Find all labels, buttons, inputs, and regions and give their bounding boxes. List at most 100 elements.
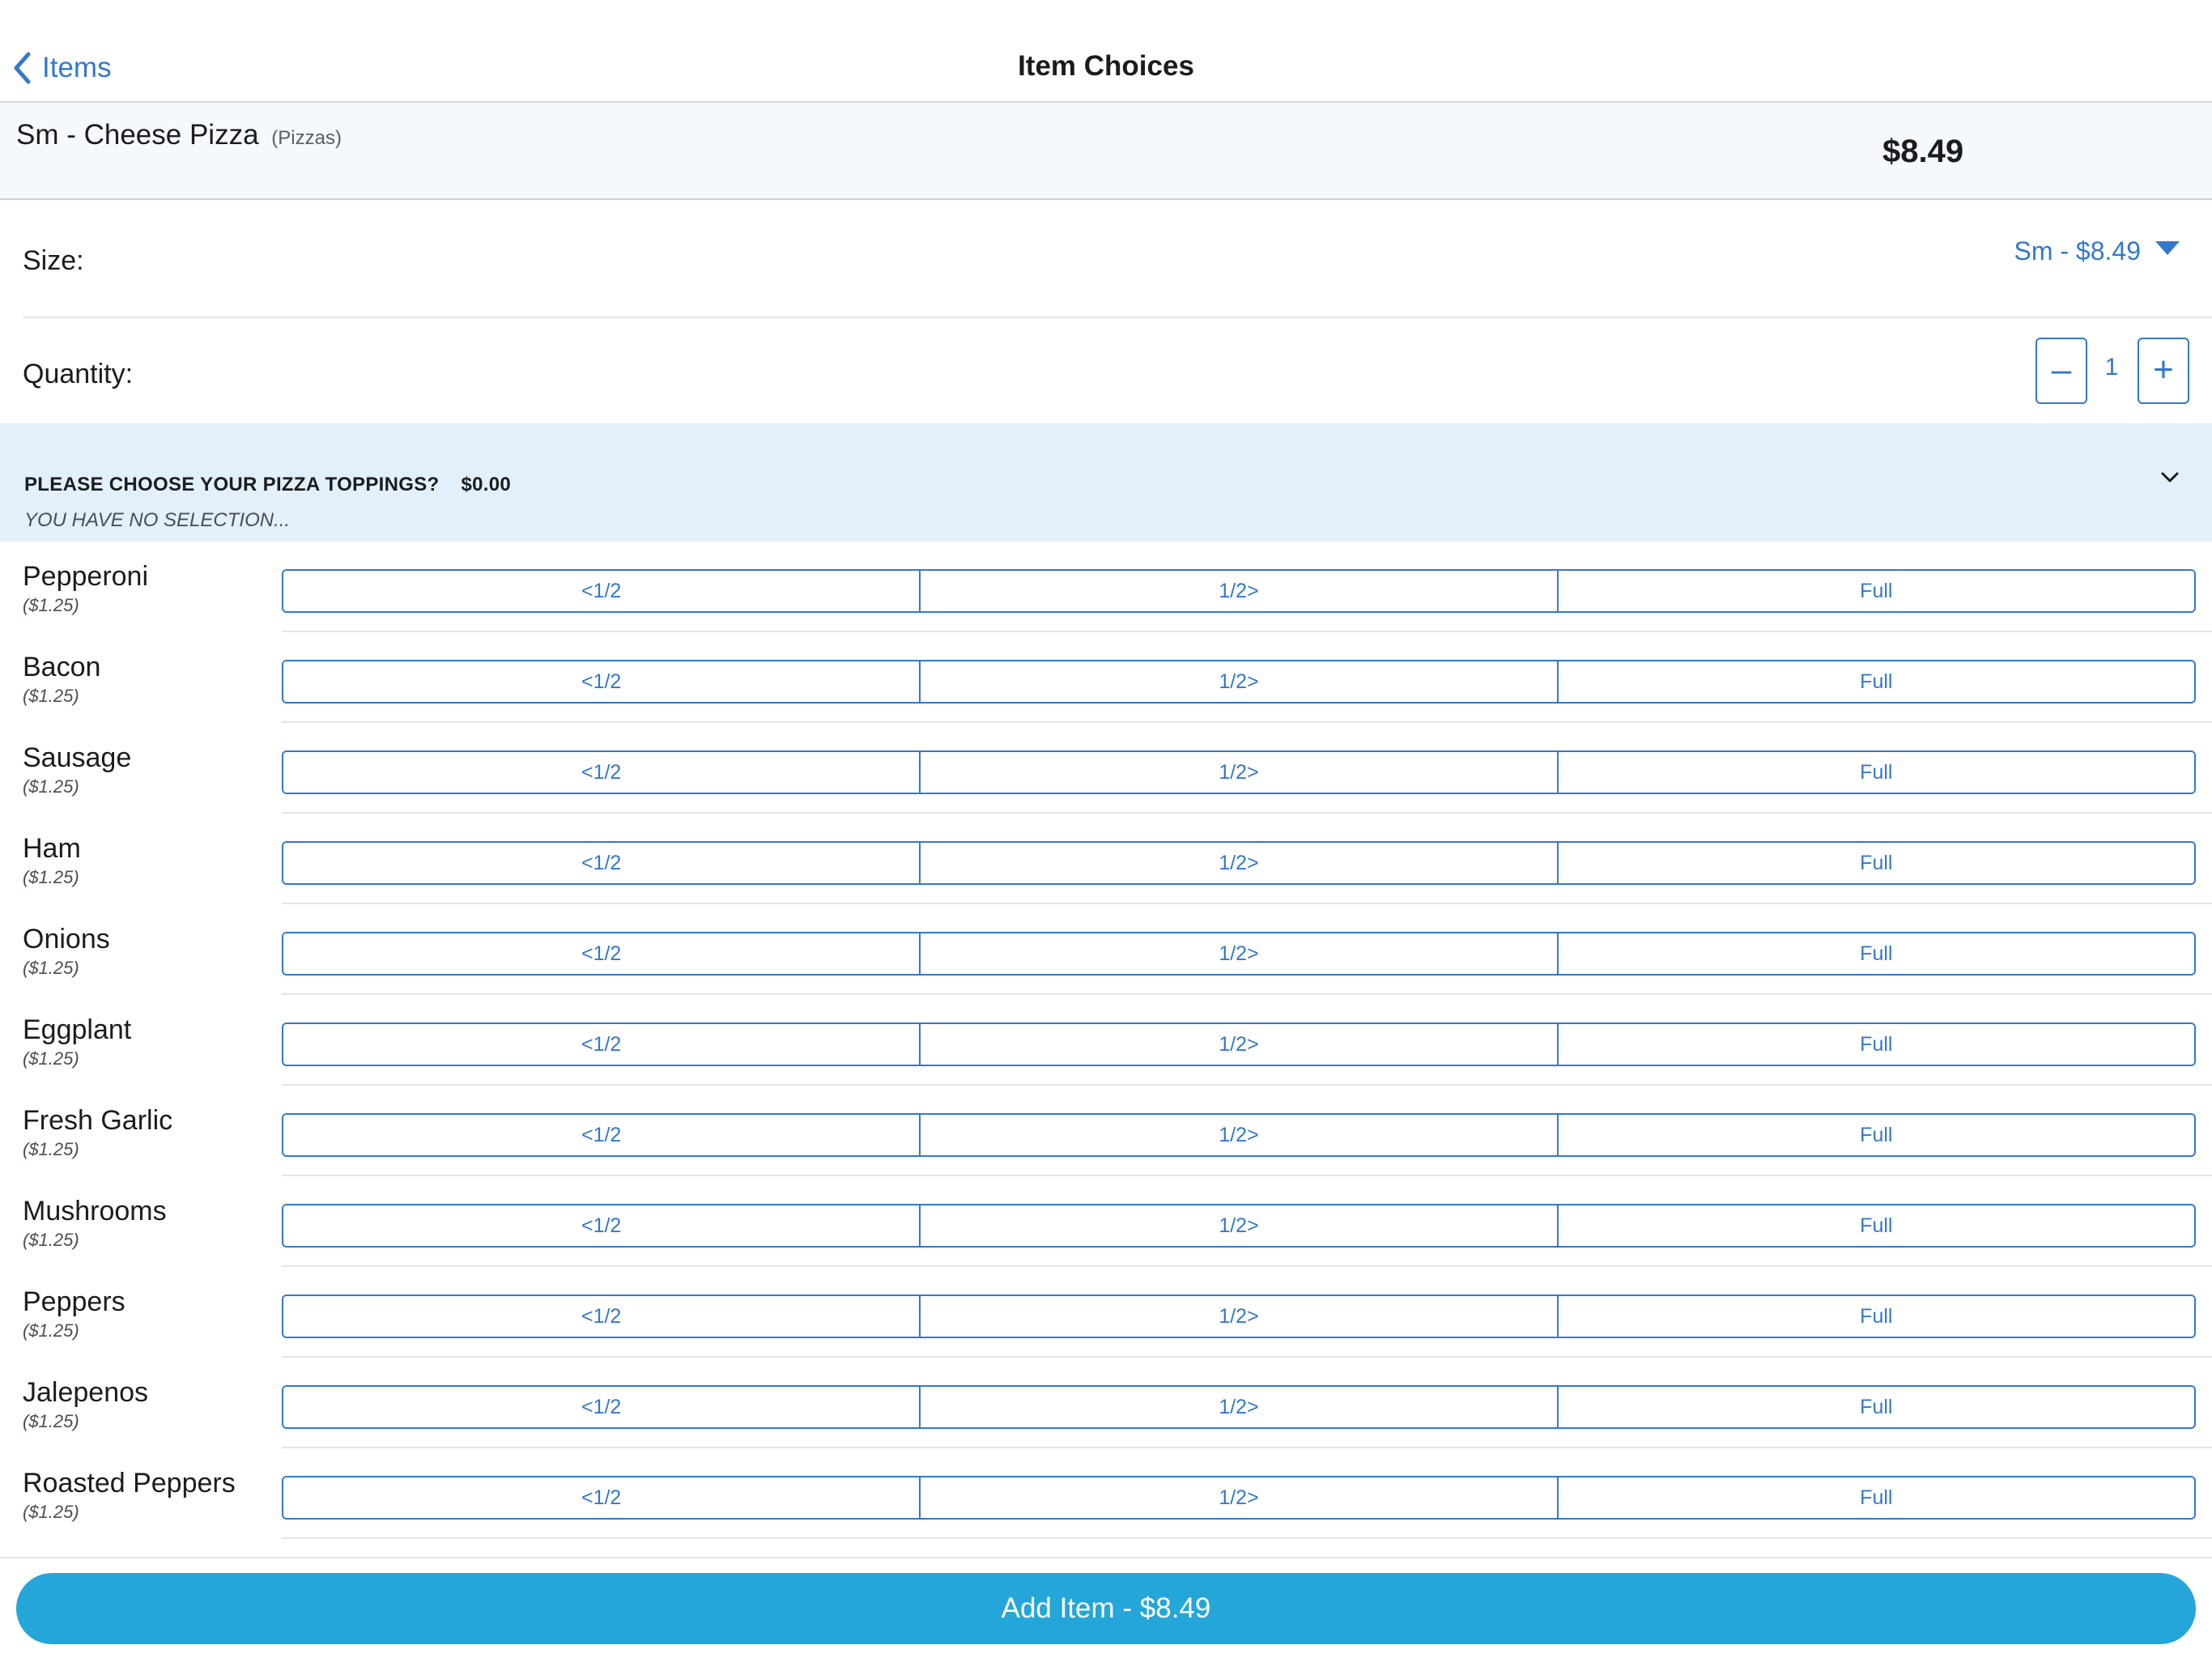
caret-down-icon — [2155, 241, 2180, 255]
portion-selector: <1/2 1/2> Full — [282, 1204, 2196, 1248]
portion-right-half-button[interactable]: 1/2> — [919, 1115, 1557, 1155]
item-name-line: Sm - Cheese Pizza (Pizzas) — [16, 119, 342, 151]
portion-right-half-button[interactable]: 1/2> — [919, 843, 1557, 883]
portion-left-half-button[interactable]: <1/2 — [283, 1387, 920, 1427]
topping-row: Ham ($1.25) <1/2 1/2> Full — [0, 814, 2212, 904]
topping-name: Fresh Garlic — [23, 1105, 173, 1136]
portion-selector: <1/2 1/2> Full — [282, 750, 2196, 794]
topping-price: ($1.25) — [23, 1139, 79, 1159]
topping-row: Mushrooms ($1.25) <1/2 1/2> Full — [0, 1176, 2212, 1267]
topping-name: Onions — [23, 924, 110, 954]
topping-price: ($1.25) — [23, 958, 79, 978]
portion-right-half-button[interactable]: 1/2> — [919, 661, 1557, 702]
toppings-list: Pepperoni ($1.25) <1/2 1/2> Full Bacon ($1.25)… — [0, 542, 2212, 1539]
topping-row: Sausage ($1.25) <1/2 1/2> Full — [0, 723, 2212, 814]
topping-price: ($1.25) — [23, 1502, 79, 1522]
portion-right-half-button[interactable]: 1/2> — [919, 571, 1557, 611]
portion-full-button[interactable]: Full — [1556, 1024, 2194, 1065]
portion-full-button[interactable]: Full — [1556, 843, 2194, 883]
item-summary: Sm - Cheese Pizza (Pizzas) $8.49 — [0, 103, 2212, 200]
portion-left-half-button[interactable]: <1/2 — [283, 661, 920, 702]
topping-name: Roasted Peppers — [23, 1468, 236, 1499]
size-label: Size: — [23, 245, 84, 276]
quantity-decrement-button[interactable]: – — [2035, 338, 2087, 404]
topping-row: Pepperoni ($1.25) <1/2 1/2> Full — [0, 542, 2212, 632]
topping-price: ($1.25) — [23, 1411, 79, 1431]
portion-right-half-button[interactable]: 1/2> — [919, 1205, 1557, 1246]
portion-full-button[interactable]: Full — [1556, 1296, 2194, 1337]
portion-selector: <1/2 1/2> Full — [282, 1476, 2196, 1520]
portion-right-half-button[interactable]: 1/2> — [919, 933, 1557, 974]
size-selected-value: Sm - $8.49 — [2014, 236, 2141, 266]
topping-row: Jalepenos ($1.25) <1/2 1/2> Full — [0, 1358, 2212, 1448]
topping-name: Jalepenos — [23, 1377, 149, 1408]
topping-name: Mushrooms — [23, 1196, 167, 1226]
topping-name: Pepperoni — [23, 561, 149, 592]
portion-full-button[interactable]: Full — [1556, 571, 2194, 611]
portion-left-half-button[interactable]: <1/2 — [283, 1024, 920, 1065]
portion-left-half-button[interactable]: <1/2 — [283, 1296, 920, 1337]
topping-price: ($1.25) — [23, 595, 79, 615]
portion-selector: <1/2 1/2> Full — [282, 932, 2196, 976]
portion-full-button[interactable]: Full — [1556, 933, 2194, 974]
portion-left-half-button[interactable]: <1/2 — [283, 571, 920, 611]
size-dropdown[interactable]: Sm - $8.49 — [2014, 236, 2180, 266]
toppings-group-title: PLEASE CHOOSE YOUR PIZZA TOPPINGS? — [24, 474, 440, 495]
topping-price: ($1.25) — [23, 1230, 79, 1250]
portion-selector: <1/2 1/2> Full — [282, 660, 2196, 704]
toppings-group-price: $0.00 — [461, 474, 512, 495]
portion-full-button[interactable]: Full — [1556, 661, 2194, 702]
portion-full-button[interactable]: Full — [1556, 1477, 2194, 1518]
quantity-value: 1 — [2104, 354, 2119, 380]
item-category: (Pizzas) — [271, 127, 342, 149]
portion-left-half-button[interactable]: <1/2 — [283, 1477, 920, 1518]
portion-selector: <1/2 1/2> Full — [282, 1022, 2196, 1066]
toppings-selection-status: YOU HAVE NO SELECTION... — [24, 509, 291, 531]
topping-price: ($1.25) — [23, 1048, 79, 1069]
toppings-group-title-line: PLEASE CHOOSE YOUR PIZZA TOPPINGS? $0.00 — [24, 474, 511, 496]
footer-divider — [0, 1557, 2212, 1558]
topping-row: Bacon ($1.25) <1/2 1/2> Full — [0, 632, 2212, 723]
portion-right-half-button[interactable]: 1/2> — [919, 1387, 1557, 1427]
portion-left-half-button[interactable]: <1/2 — [283, 1115, 920, 1155]
portion-right-half-button[interactable]: 1/2> — [919, 1024, 1557, 1065]
topping-price: ($1.25) — [23, 1320, 79, 1341]
chevron-down-icon[interactable] — [2160, 471, 2180, 484]
portion-left-half-button[interactable]: <1/2 — [283, 933, 920, 974]
portion-left-half-button[interactable]: <1/2 — [283, 1205, 920, 1246]
item-price: $8.49 — [1882, 134, 1964, 169]
topping-row: Fresh Garlic ($1.25) <1/2 1/2> Full — [0, 1086, 2212, 1176]
topping-row: Eggplant ($1.25) <1/2 1/2> Full — [0, 995, 2212, 1086]
portion-right-half-button[interactable]: 1/2> — [919, 1477, 1557, 1518]
portion-selector: <1/2 1/2> Full — [282, 841, 2196, 885]
portion-left-half-button[interactable]: <1/2 — [283, 843, 920, 883]
topping-name: Eggplant — [23, 1014, 132, 1045]
portion-selector: <1/2 1/2> Full — [282, 1113, 2196, 1157]
add-item-button[interactable]: Add Item - $8.49 — [16, 1573, 2196, 1644]
portion-right-half-button[interactable]: 1/2> — [919, 752, 1557, 793]
topping-row: Roasted Peppers ($1.25) <1/2 1/2> Full — [0, 1448, 2212, 1539]
topping-name: Peppers — [23, 1286, 125, 1317]
topping-price: ($1.25) — [23, 867, 79, 887]
portion-full-button[interactable]: Full — [1556, 1115, 2194, 1155]
quantity-row: Quantity: – 1 + — [23, 318, 2212, 423]
portion-left-half-button[interactable]: <1/2 — [283, 752, 920, 793]
portion-full-button[interactable]: Full — [1556, 752, 2194, 793]
navigation-bar: Items Item Choices — [0, 0, 2212, 103]
topping-price: ($1.25) — [23, 776, 79, 797]
toppings-group-header[interactable]: PLEASE CHOOSE YOUR PIZZA TOPPINGS? $0.00… — [0, 423, 2212, 542]
quantity-label: Quantity: — [23, 359, 134, 389]
topping-row: Peppers ($1.25) <1/2 1/2> Full — [0, 1267, 2212, 1358]
portion-full-button[interactable]: Full — [1556, 1387, 2194, 1427]
quantity-increment-button[interactable]: + — [2138, 338, 2189, 404]
topping-row: Onions ($1.25) <1/2 1/2> Full — [0, 904, 2212, 995]
topping-price: ($1.25) — [23, 686, 79, 706]
portion-selector: <1/2 1/2> Full — [282, 569, 2196, 613]
portion-right-half-button[interactable]: 1/2> — [919, 1296, 1557, 1337]
portion-selector: <1/2 1/2> Full — [282, 1295, 2196, 1338]
topping-name: Ham — [23, 833, 81, 864]
topping-name: Sausage — [23, 742, 132, 773]
portion-full-button[interactable]: Full — [1556, 1205, 2194, 1246]
size-row: Size: Sm - $8.49 — [23, 200, 2212, 318]
item-name: Sm - Cheese Pizza — [16, 119, 259, 151]
